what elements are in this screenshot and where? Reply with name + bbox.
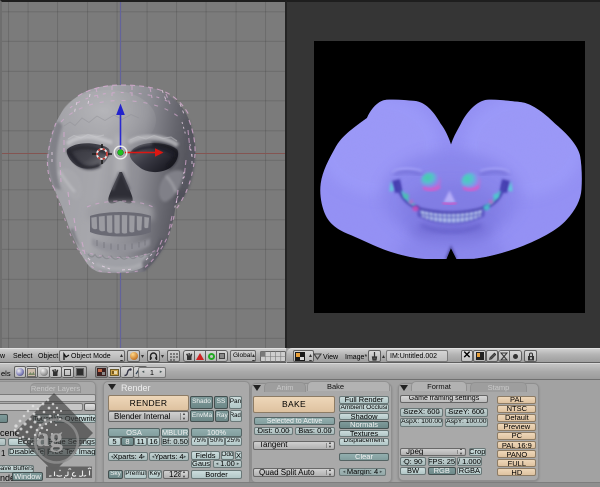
svg-text:ag: ag — [36, 422, 64, 452]
